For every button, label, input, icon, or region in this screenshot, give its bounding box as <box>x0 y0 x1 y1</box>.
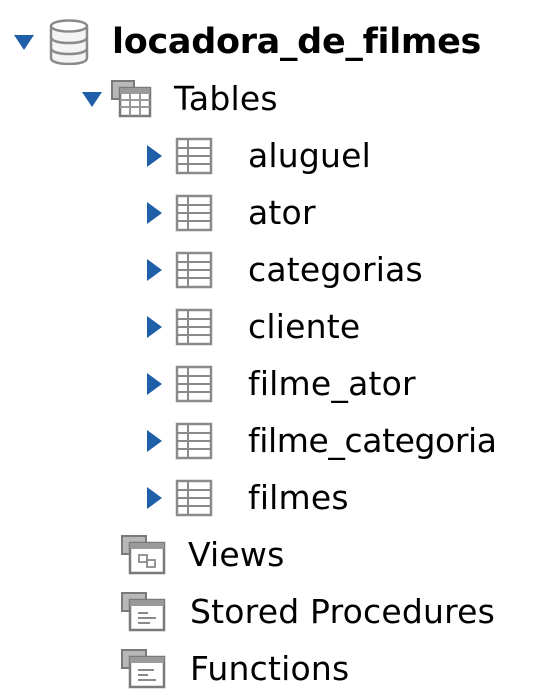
tables-label: Tables <box>174 79 278 118</box>
stored-procedures-node[interactable]: Stored Procedures <box>120 586 495 638</box>
table-row[interactable]: filme_categoria <box>147 415 497 467</box>
table-icon <box>174 307 214 347</box>
table-name: cliente <box>248 307 361 346</box>
expand-arrow-icon[interactable] <box>147 373 162 395</box>
table-row[interactable]: cliente <box>147 301 360 353</box>
functions-label: Functions <box>190 649 350 688</box>
table-row[interactable]: aluguel <box>147 130 371 182</box>
collapse-arrow-icon[interactable] <box>14 34 34 50</box>
table-row[interactable]: filme_ator <box>147 358 416 410</box>
table-icon <box>174 421 214 461</box>
views-label: Views <box>188 535 285 574</box>
views-folder-icon <box>120 534 168 576</box>
table-name: filmes <box>248 478 349 517</box>
expand-arrow-icon[interactable] <box>147 430 162 452</box>
stored-procedures-label: Stored Procedures <box>190 592 496 631</box>
table-name: filme_ator <box>248 364 416 403</box>
database-icon <box>48 19 90 65</box>
table-icon <box>174 250 214 290</box>
schema-name: locadora_de_filmes <box>112 22 482 62</box>
expand-arrow-icon[interactable] <box>147 145 162 167</box>
table-row[interactable]: ator <box>147 187 316 239</box>
tables-folder-icon <box>110 79 154 119</box>
expand-arrow-icon[interactable] <box>147 316 162 338</box>
table-name: categorias <box>248 250 423 289</box>
expand-arrow-icon[interactable] <box>147 487 162 509</box>
schema-tree: locadora_de_filmes Tables aluguel ator c… <box>0 0 547 689</box>
table-row[interactable]: filmes <box>147 472 349 524</box>
table-name: aluguel <box>248 136 372 175</box>
table-name: filme_categoria <box>248 421 497 460</box>
expand-arrow-icon[interactable] <box>147 202 162 224</box>
table-name: ator <box>248 193 316 232</box>
collapse-arrow-icon[interactable] <box>82 91 102 107</box>
table-icon <box>174 136 214 176</box>
schema-node[interactable]: locadora_de_filmes <box>14 16 481 68</box>
expand-arrow-icon[interactable] <box>147 259 162 281</box>
table-icon <box>174 364 214 404</box>
functions-folder-icon <box>120 648 168 690</box>
stored-procedures-folder-icon <box>120 591 168 633</box>
functions-node[interactable]: Functions <box>120 643 349 695</box>
views-node[interactable]: Views <box>120 529 285 581</box>
tables-node[interactable]: Tables <box>82 73 278 125</box>
table-icon <box>174 193 214 233</box>
table-icon <box>174 478 214 518</box>
table-row[interactable]: categorias <box>147 244 423 296</box>
